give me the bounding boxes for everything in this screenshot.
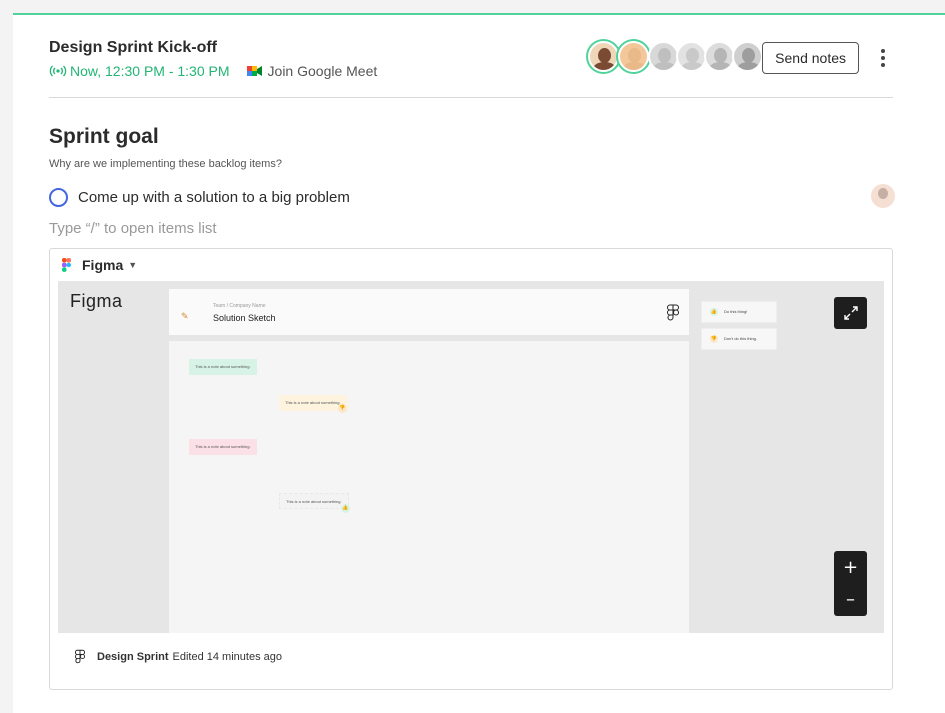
thumbs-down-icon: 👎 bbox=[710, 335, 718, 343]
frame-breadcrumb: Team / Company Name bbox=[213, 303, 266, 309]
avatar-face bbox=[598, 48, 611, 63]
figma-embed: Figma ▼ Figma ✎ Team / Company Name Solu… bbox=[49, 248, 893, 690]
figma-canvas[interactable]: Figma ✎ Team / Company Name Solution Ske… bbox=[58, 281, 884, 633]
zoom-controls: + – bbox=[834, 551, 867, 616]
figma-logo-icon bbox=[75, 649, 85, 664]
fullscreen-icon bbox=[843, 306, 858, 320]
pencil-icon: ✎ bbox=[181, 311, 189, 321]
sticky-note: This is a note about something. bbox=[189, 439, 257, 455]
google-meet-link[interactable]: Join Google Meet bbox=[246, 63, 378, 79]
header-divider bbox=[49, 97, 893, 98]
attendee-avatar[interactable] bbox=[732, 41, 763, 72]
embed-footer: Design Sprint Edited 14 minutes ago bbox=[75, 649, 282, 664]
new-item-input[interactable]: Type “/” to open items list bbox=[49, 220, 217, 237]
file-name[interactable]: Design Sprint bbox=[97, 651, 169, 663]
sticky-note: This is a note about something. bbox=[189, 359, 257, 375]
avatar-body bbox=[737, 62, 760, 70]
avatar-body bbox=[709, 62, 732, 70]
thumbs-up-icon: 👍 bbox=[710, 308, 718, 316]
avatar-face bbox=[742, 48, 755, 63]
thumbs-up-icon: 👍 bbox=[341, 504, 350, 513]
legend-item-do: 👍 Do this thing! bbox=[701, 301, 777, 323]
frame-header: ✎ Team / Company Name Solution Sketch bbox=[169, 289, 689, 335]
google-meet-label[interactable]: Join Google Meet bbox=[268, 63, 378, 79]
meeting-time-label: Now, 12:30 PM - 1:30 PM bbox=[70, 63, 230, 79]
attendee-avatar[interactable] bbox=[704, 41, 735, 72]
task-item[interactable]: Come up with a solution to a big problem bbox=[49, 188, 350, 207]
legend-do-label: Do this thing! bbox=[724, 309, 748, 314]
task-checkbox[interactable] bbox=[49, 188, 68, 207]
avatar-body bbox=[593, 62, 616, 70]
task-label[interactable]: Come up with a solution to a big problem bbox=[78, 189, 350, 206]
chevron-down-icon[interactable]: ▼ bbox=[128, 260, 137, 270]
avatar-face bbox=[628, 48, 641, 63]
section-title: Sprint goal bbox=[49, 125, 159, 148]
avatar-body bbox=[623, 62, 646, 70]
zoom-in-button[interactable]: + bbox=[834, 551, 867, 583]
section-subtitle: Why are we implementing these backlog it… bbox=[49, 158, 282, 170]
attendee-avatar[interactable] bbox=[648, 41, 679, 72]
attendee-avatar[interactable] bbox=[588, 41, 619, 72]
embed-source-selector[interactable]: Figma ▼ bbox=[62, 257, 137, 273]
avatar-face bbox=[714, 48, 727, 63]
avatar-face bbox=[658, 48, 671, 63]
live-broadcast-icon bbox=[49, 65, 67, 77]
more-options-icon[interactable] bbox=[873, 45, 893, 71]
sticky-note: This is a note about something. bbox=[279, 395, 347, 411]
attendee-avatar[interactable] bbox=[618, 41, 649, 72]
figma-logo-icon bbox=[667, 304, 679, 321]
figma-wordmark: Figma bbox=[70, 291, 123, 311]
send-notes-button[interactable]: Send notes bbox=[762, 42, 859, 74]
task-assignee-avatar[interactable] bbox=[871, 184, 895, 208]
embed-source-label[interactable]: Figma bbox=[82, 257, 123, 273]
meeting-meta: Now, 12:30 PM - 1:30 PM Join Google Meet bbox=[49, 63, 377, 79]
sketch-board: This is a note about something. This is … bbox=[169, 341, 689, 633]
sticky-note: This is a note about something. bbox=[279, 493, 349, 509]
attendee-avatars bbox=[588, 41, 763, 72]
meeting-time: Now, 12:30 PM - 1:30 PM bbox=[49, 63, 230, 79]
avatar-face bbox=[686, 48, 699, 63]
figma-logo-icon bbox=[62, 258, 71, 272]
thumbs-down-icon: 👎 bbox=[338, 404, 347, 413]
edited-time: Edited 14 minutes ago bbox=[172, 650, 282, 663]
attendee-avatar[interactable] bbox=[676, 41, 707, 72]
avatar-body bbox=[653, 62, 676, 70]
meeting-card: Design Sprint Kick-off Now, 12:30 PM - 1… bbox=[13, 13, 945, 713]
avatar-body bbox=[681, 62, 704, 70]
frame-title: Solution Sketch bbox=[213, 313, 276, 323]
meeting-title: Design Sprint Kick-off bbox=[49, 39, 218, 56]
legend-dont-label: Don't do this thing. bbox=[724, 336, 758, 341]
expand-icon[interactable] bbox=[834, 297, 867, 329]
legend-item-dont: 👎 Don't do this thing. bbox=[701, 328, 777, 350]
zoom-out-button[interactable]: – bbox=[834, 583, 867, 615]
google-meet-icon bbox=[246, 66, 262, 76]
